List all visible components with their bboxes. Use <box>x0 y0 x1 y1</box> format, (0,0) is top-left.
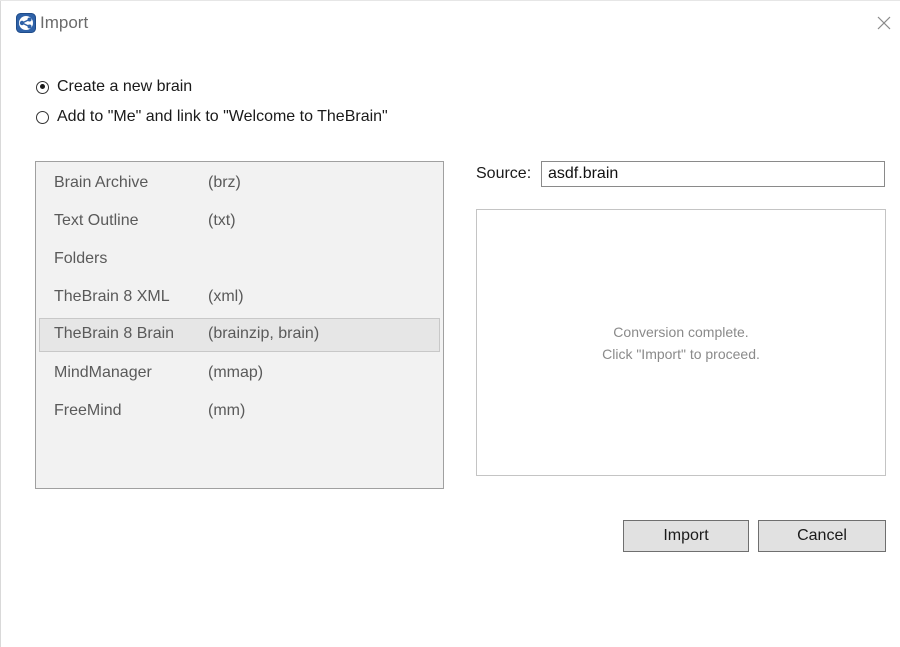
format-name: TheBrain 8 Brain <box>54 325 175 342</box>
format-item-folders[interactable]: Folders <box>39 243 440 277</box>
format-name: FreeMind <box>54 402 122 419</box>
radio-button[interactable] <box>36 110 49 124</box>
format-extension: (txt) <box>208 212 236 229</box>
import-button[interactable]: Import <box>623 520 749 552</box>
source-label: Source: <box>476 165 532 182</box>
format-item-freemind[interactable]: FreeMind (mm) <box>39 395 440 429</box>
window-edge <box>0 1 1 647</box>
source-input[interactable] <box>541 161 885 187</box>
format-name: Brain Archive <box>54 174 149 191</box>
format-extension: (brz) <box>208 174 241 191</box>
format-name: Text Outline <box>54 212 139 229</box>
format-item-text-outline[interactable]: Text Outline (txt) <box>39 205 440 239</box>
format-extension: (xml) <box>208 288 244 305</box>
title-bar: Import <box>0 1 900 45</box>
radio-button-checked[interactable] <box>36 80 49 94</box>
format-extension: (mm) <box>208 402 246 419</box>
window-title: Import <box>40 13 89 32</box>
format-item-thebrain-8-xml[interactable]: TheBrain 8 XML (xml) <box>39 281 440 315</box>
cancel-button[interactable]: Cancel <box>758 520 886 552</box>
radio-add-to-me[interactable]: Add to "Me" and link to "Welcome to TheB… <box>36 106 388 128</box>
format-name: Folders <box>54 250 108 267</box>
format-name: TheBrain 8 XML <box>54 288 170 305</box>
radio-label: Create a new brain <box>57 78 193 95</box>
status-message-line-2: Click "Import" to proceed. <box>602 346 760 362</box>
status-panel: Conversion complete. Click "Import" to p… <box>476 209 886 476</box>
format-item-mindmanager[interactable]: MindManager (mmap) <box>39 357 440 391</box>
format-extension: (mmap) <box>208 364 264 381</box>
thebrain-app-icon <box>16 13 36 33</box>
format-item-thebrain-8-brain[interactable]: TheBrain 8 Brain (brainzip, brain) <box>39 318 440 352</box>
radio-create-new-brain[interactable]: Create a new brain <box>36 76 192 98</box>
format-extension: (brainzip, brain) <box>208 325 320 342</box>
import-dialog: Import Create a new brain Add to "Me" an… <box>0 0 900 647</box>
format-name: MindManager <box>54 364 152 381</box>
status-message-line-1: Conversion complete. <box>613 324 749 340</box>
format-item-brain-archive[interactable]: Brain Archive (brz) <box>39 167 440 201</box>
close-icon[interactable] <box>876 15 892 31</box>
format-list: Brain Archive (brz) Text Outline (txt) F… <box>35 161 444 489</box>
radio-label: Add to "Me" and link to "Welcome to TheB… <box>57 108 388 125</box>
